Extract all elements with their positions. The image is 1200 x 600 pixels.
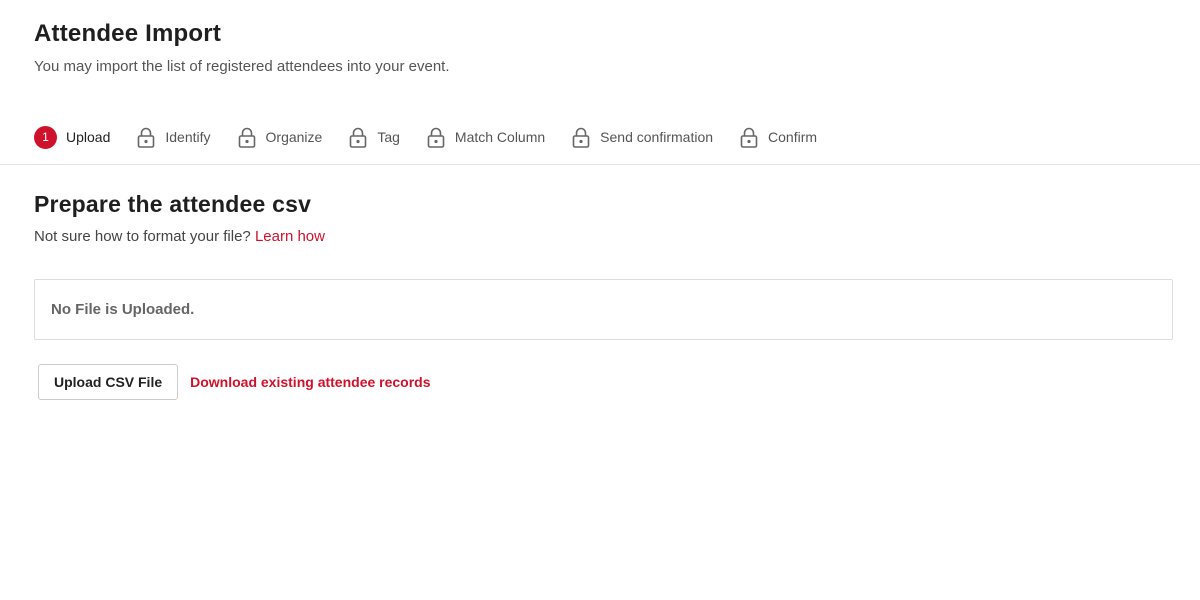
step-label: Organize xyxy=(265,129,323,145)
section-title: Prepare the attendee csv xyxy=(34,191,312,217)
page-subtitle: You may import the list of registered at… xyxy=(34,58,450,75)
step-confirm[interactable]: Confirm xyxy=(739,124,817,150)
step-send-confirmation[interactable]: Send confirmation xyxy=(571,124,713,150)
step-label: Confirm xyxy=(768,129,818,145)
step-label: Upload xyxy=(66,129,111,145)
help-text: Not sure how to format your file? xyxy=(34,228,251,245)
lock-icon xyxy=(426,126,446,148)
step-label: Match Column xyxy=(454,129,546,145)
import-stepper: 1 Upload Identify Organize Tag Match Col… xyxy=(34,124,843,150)
section-help: Not sure how to format your file? Learn … xyxy=(34,228,1174,246)
step-organize[interactable]: Organize xyxy=(237,124,323,150)
download-records-link[interactable]: Download existing attendee records xyxy=(190,374,430,390)
page-title: Attendee Import xyxy=(34,20,222,47)
file-status-box: No File is Uploaded. xyxy=(34,279,1173,340)
step-tag[interactable]: Tag xyxy=(348,124,400,150)
stepper-divider xyxy=(0,164,1200,165)
file-status-text: No File is Uploaded. xyxy=(51,301,195,318)
learn-how-link[interactable]: Learn how xyxy=(255,228,325,245)
upload-csv-button[interactable]: Upload CSV File xyxy=(38,364,179,400)
step-upload[interactable]: 1 Upload xyxy=(34,124,110,150)
step-identify[interactable]: Identify xyxy=(136,124,211,150)
step-label: Identify xyxy=(165,129,211,145)
step-number-badge: 1 xyxy=(34,125,57,149)
lock-icon xyxy=(571,126,591,148)
page-header: Attendee Import You may import the list … xyxy=(34,20,1134,76)
upload-actions: Upload CSV File Download existing attend… xyxy=(38,364,431,400)
step-label: Tag xyxy=(377,129,400,145)
step-match-column[interactable]: Match Column xyxy=(426,124,545,150)
step-label: Send confirmation xyxy=(600,129,714,145)
upload-section: Prepare the attendee csv Not sure how to… xyxy=(34,190,1174,246)
lock-icon xyxy=(739,126,759,148)
lock-icon xyxy=(136,126,156,148)
lock-icon xyxy=(348,126,368,148)
lock-icon xyxy=(237,126,257,148)
